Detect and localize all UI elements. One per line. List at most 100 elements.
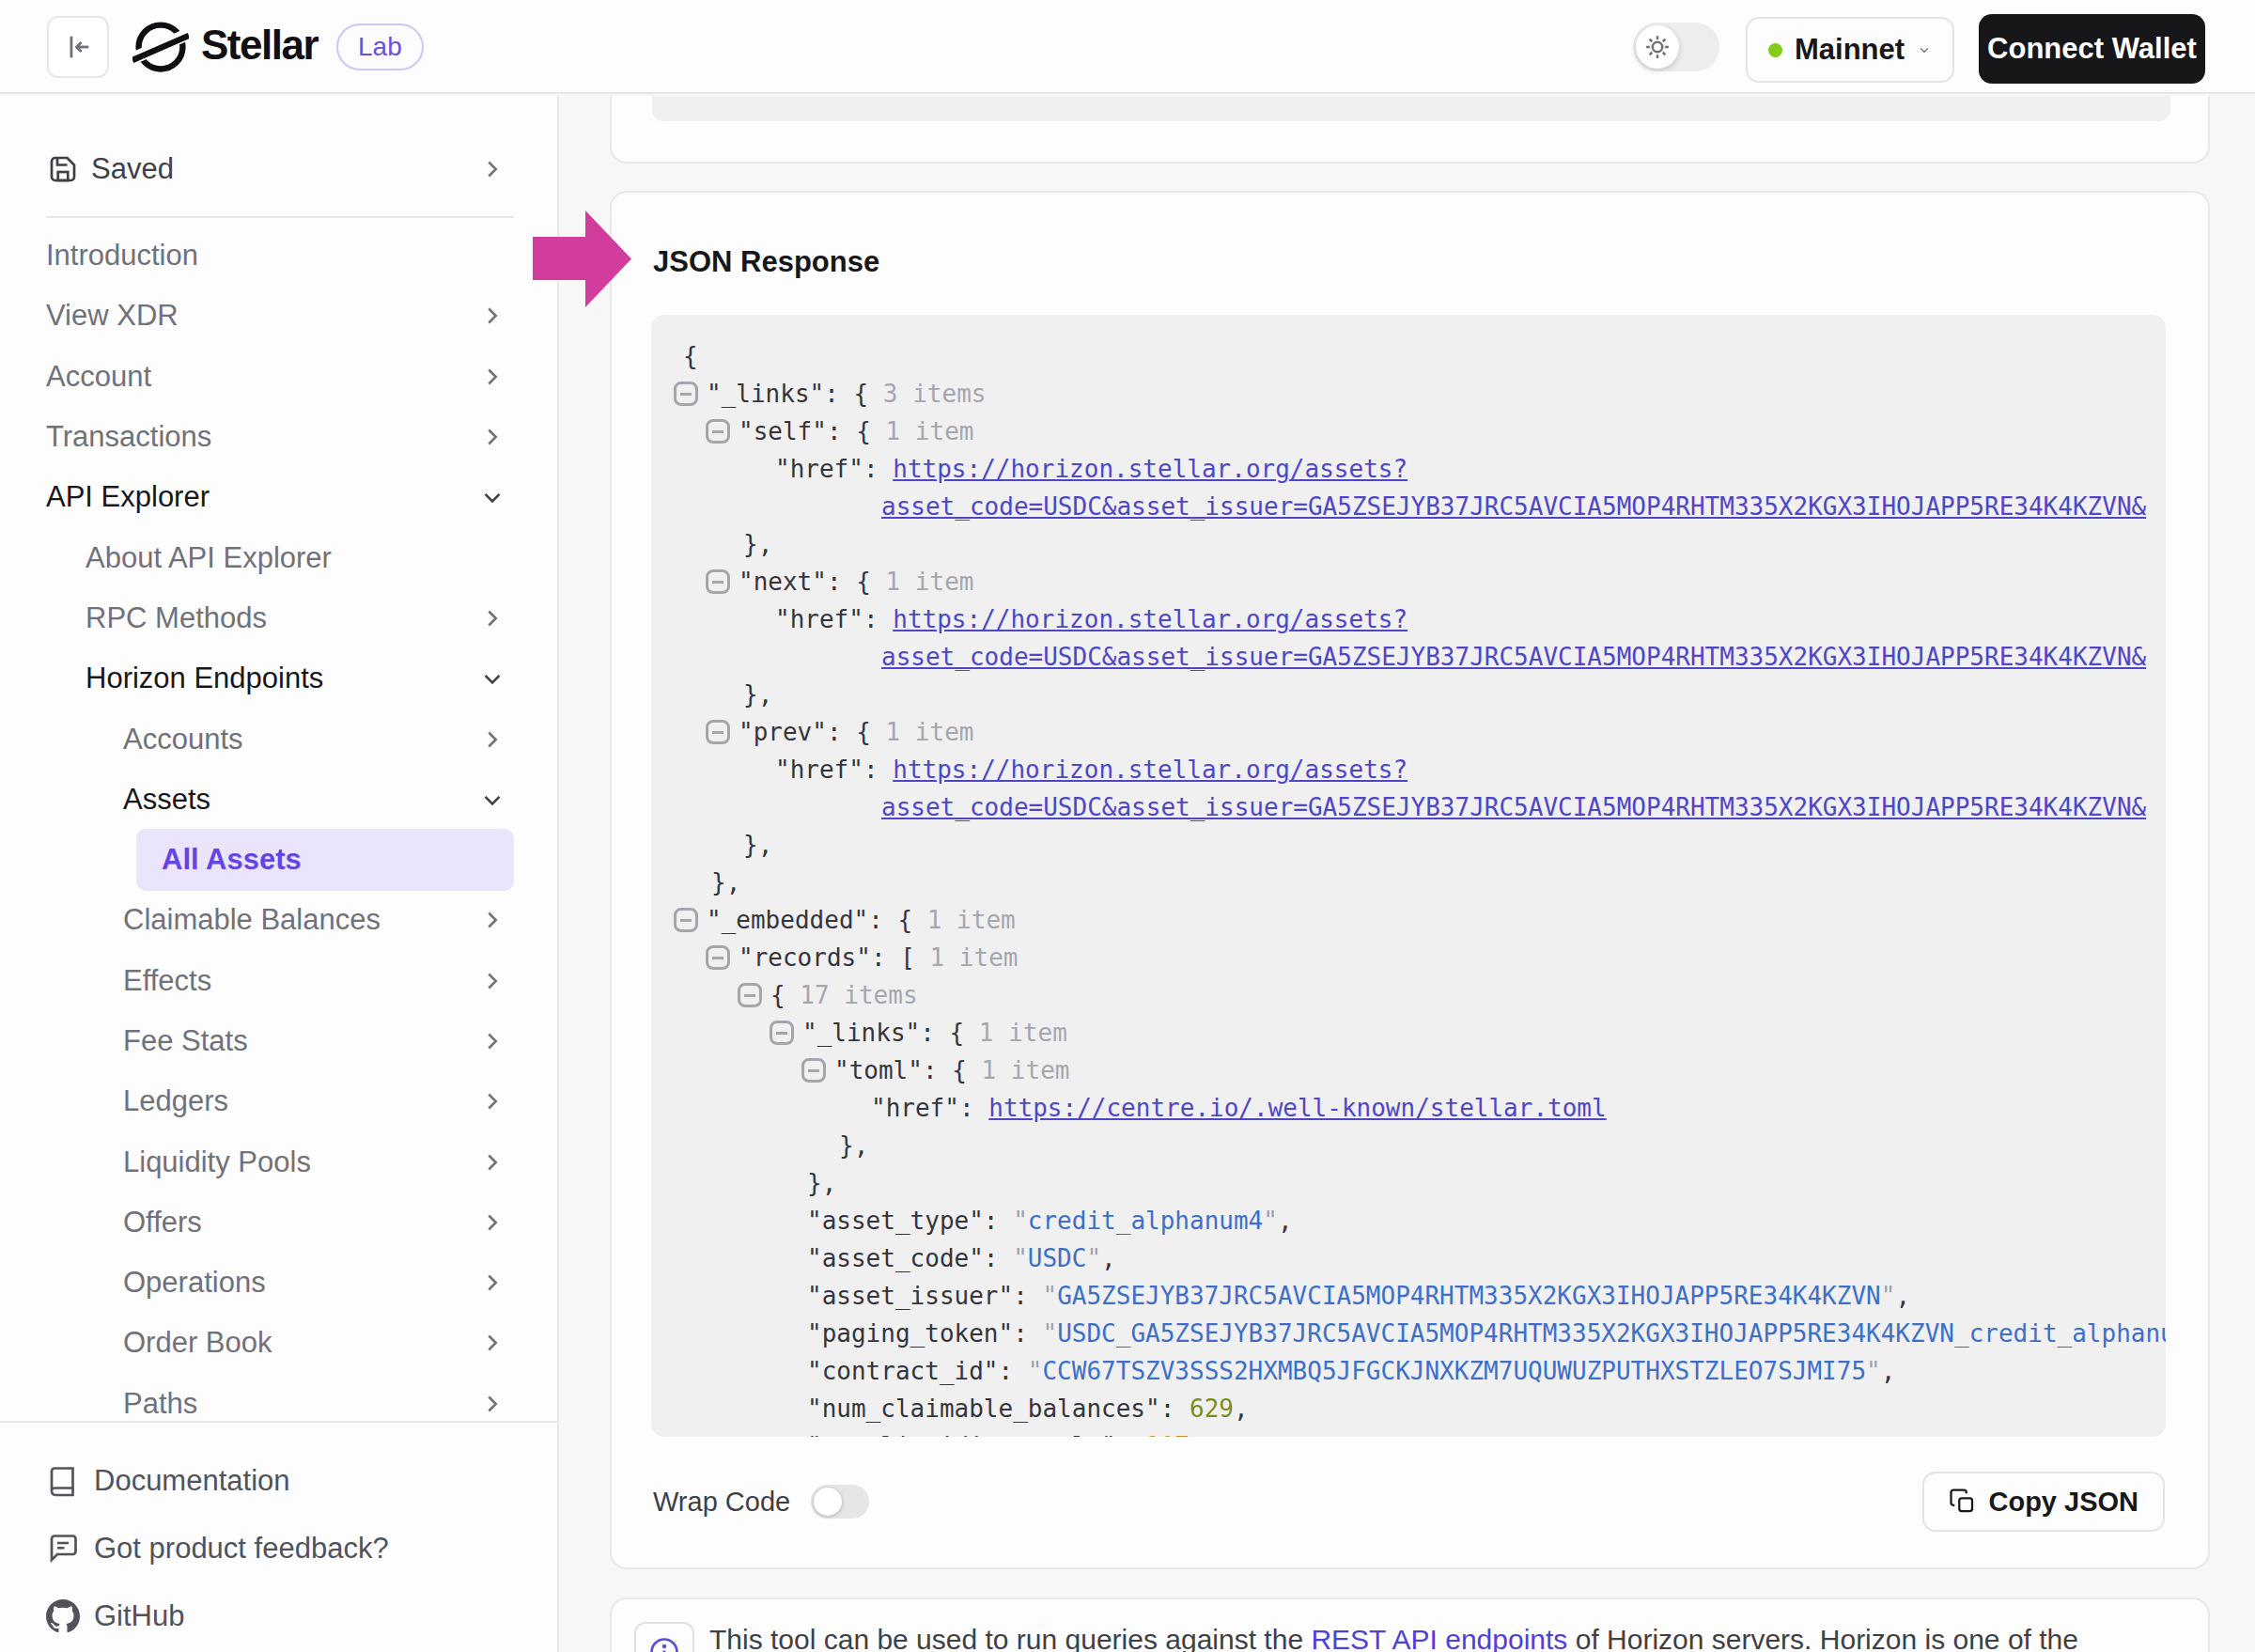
json-url-link[interactable]: asset_code=USDC&asset_issuer=GA5ZSEJYB37…: [881, 492, 2146, 521]
collapse-node-icon[interactable]: [706, 720, 730, 744]
chevron-down-icon: [478, 664, 506, 693]
sidebar-item-all-assets[interactable]: All Assets: [0, 830, 559, 890]
sidebar-footer-got-product-feedback[interactable]: Got product feedback?: [0, 1515, 557, 1582]
json-url-link[interactable]: https://horizon.stellar.org/assets?: [893, 455, 1407, 483]
sidebar-item-label: Fee Stats: [123, 1024, 248, 1058]
collapse-node-icon[interactable]: [674, 908, 698, 932]
sidebar-item-ledgers[interactable]: Ledgers: [0, 1071, 559, 1131]
json-line: "href": https://centre.io/.well-known/st…: [651, 1089, 2166, 1127]
json-line: "_embedded": { 1 item: [651, 901, 2166, 939]
sidebar-nav: Introduction View XDR Account Transactions A…: [0, 226, 559, 1434]
sidebar-item-label: Paths: [123, 1387, 197, 1421]
sidebar-item-liquidity-pools[interactable]: Liquidity Pools: [0, 1131, 559, 1192]
json-line: "_links": { 1 item: [651, 1014, 2166, 1052]
json-line: },: [651, 676, 2166, 713]
sidebar-item-account[interactable]: Account: [0, 347, 559, 407]
chevron-right-icon: [478, 1027, 506, 1055]
json-line: "asset_code": "USDC",: [651, 1239, 2166, 1277]
sidebar-item-label: Ledgers: [123, 1084, 228, 1118]
json-url-link[interactable]: https://centre.io/.well-known/stellar.to…: [988, 1094, 1606, 1122]
sidebar-item-label: Assets: [123, 783, 210, 817]
chevron-right-icon: [478, 302, 506, 330]
chevron-right-icon: [478, 604, 506, 632]
json-line: },: [651, 525, 2166, 563]
collapse-node-icon[interactable]: [770, 1021, 794, 1045]
sidebar-item-horizon-endpoints[interactable]: Horizon Endpoints: [0, 648, 559, 709]
info-text: This tool can be used to run queries aga…: [709, 1624, 2078, 1652]
json-line: {: [651, 337, 2166, 375]
sidebar-item-label: Accounts: [123, 723, 243, 756]
chevron-down-icon: [478, 483, 506, 511]
network-label: Mainnet: [1795, 33, 1905, 67]
top-header: Stellar Lab Mainnet Connect Wallet: [0, 0, 2255, 94]
sidebar-item-effects[interactable]: Effects: [0, 951, 559, 1011]
chevron-down-icon: [1917, 37, 1932, 63]
collapse-node-icon[interactable]: [801, 1058, 826, 1083]
rest-api-endpoints-link[interactable]: REST API endpoints: [1311, 1624, 1567, 1652]
sidebar-item-label: Transactions: [46, 420, 211, 454]
sidebar-item-accounts[interactable]: Accounts: [0, 709, 559, 769]
sidebar-item-api-explorer[interactable]: API Explorer: [0, 467, 559, 527]
json-line: "records": [ 1 item: [651, 939, 2166, 976]
collapse-node-icon[interactable]: [738, 983, 762, 1007]
sidebar-item-label: Operations: [123, 1266, 266, 1300]
copy-json-button[interactable]: Copy JSON: [1922, 1472, 2165, 1532]
sidebar-item-introduction[interactable]: Introduction: [0, 226, 559, 286]
sidebar-item-label: About API Explorer: [86, 541, 332, 575]
sidebar-item-offers[interactable]: Offers: [0, 1192, 559, 1253]
sidebar-item-label: Offers: [123, 1206, 202, 1239]
sidebar-item-fee-stats[interactable]: Fee Stats: [0, 1011, 559, 1071]
sidebar-footer-documentation[interactable]: Documentation: [0, 1447, 557, 1515]
sidebar-item-view-xdr[interactable]: View XDR: [0, 286, 559, 346]
json-line: "toml": { 1 item: [651, 1052, 2166, 1089]
theme-toggle[interactable]: [1633, 23, 1719, 71]
chevron-down-icon: [478, 786, 506, 814]
saved-icon: [46, 152, 80, 186]
sidebar-item-assets[interactable]: Assets: [0, 770, 559, 830]
sidebar-footer-github[interactable]: GitHub: [0, 1582, 557, 1650]
connect-wallet-button[interactable]: Connect Wallet: [1979, 14, 2205, 84]
sidebar-item-saved[interactable]: Saved: [0, 137, 559, 201]
sidebar-item-order-book[interactable]: Order Book: [0, 1313, 559, 1373]
sidebar-item-about-api-explorer[interactable]: About API Explorer: [0, 527, 559, 587]
network-select[interactable]: Mainnet: [1746, 17, 1954, 83]
annotation-arrow: [526, 207, 635, 312]
collapse-node-icon[interactable]: [706, 569, 730, 594]
request-inner-box: [652, 96, 2170, 121]
sidebar-item-transactions[interactable]: Transactions: [0, 407, 559, 467]
book-icon: [46, 1464, 80, 1498]
json-line: "contract_id": "CCW67TSZV3SSS2HXMBQ5JFGC…: [651, 1352, 2166, 1390]
json-url-link[interactable]: https://horizon.stellar.org/assets?: [893, 756, 1407, 784]
wrap-code-toggle[interactable]: [811, 1485, 869, 1519]
collapse-node-icon[interactable]: [706, 945, 730, 970]
json-line: },: [651, 1164, 2166, 1202]
collapse-node-icon[interactable]: [674, 382, 698, 406]
sidebar-divider: [46, 216, 514, 218]
sidebar-item-operations[interactable]: Operations: [0, 1253, 559, 1313]
sidebar-item-label: View XDR: [46, 299, 179, 333]
json-url-link[interactable]: https://horizon.stellar.org/assets?: [893, 605, 1407, 633]
sidebar-collapse-button[interactable]: [47, 16, 109, 78]
sidebar-item-rpc-methods[interactable]: RPC Methods: [0, 588, 559, 648]
json-url-link[interactable]: asset_code=USDC&asset_issuer=GA5ZSEJYB37…: [881, 643, 2146, 671]
json-line: asset_code=USDC&asset_issuer=GA5ZSEJYB37…: [651, 638, 2166, 676]
json-line: { 17 items: [651, 976, 2166, 1014]
json-code-block[interactable]: {"_links": { 3 items"self": { 1 item"hre…: [651, 315, 2166, 1437]
json-line: "prev": { 1 item: [651, 713, 2166, 751]
sidebar-item-label: All Assets: [136, 829, 514, 891]
json-url-link[interactable]: asset_code=USDC&asset_issuer=GA5ZSEJYB37…: [881, 793, 2146, 821]
chevron-right-icon: [478, 1269, 506, 1297]
main-content: JSON Response {"_links": { 3 items"self"…: [561, 96, 2255, 1652]
sun-icon: [1643, 33, 1672, 61]
json-line: "_links": { 3 items: [651, 375, 2166, 413]
sidebar-item-label: Horizon Endpoints: [86, 662, 323, 695]
info-icon: [647, 1635, 681, 1652]
sidebar-item-label: RPC Methods: [86, 601, 267, 635]
sidebar-item-label: Liquidity Pools: [123, 1145, 311, 1179]
chevron-right-icon: [478, 1087, 506, 1115]
collapse-node-icon[interactable]: [706, 419, 730, 444]
json-response-card: JSON Response {"_links": { 3 items"self"…: [610, 191, 2210, 1569]
wrap-code-label: Wrap Code: [653, 1487, 790, 1518]
chevron-right-icon: [478, 1148, 506, 1177]
sidebar-item-claimable-balances[interactable]: Claimable Balances: [0, 890, 559, 950]
